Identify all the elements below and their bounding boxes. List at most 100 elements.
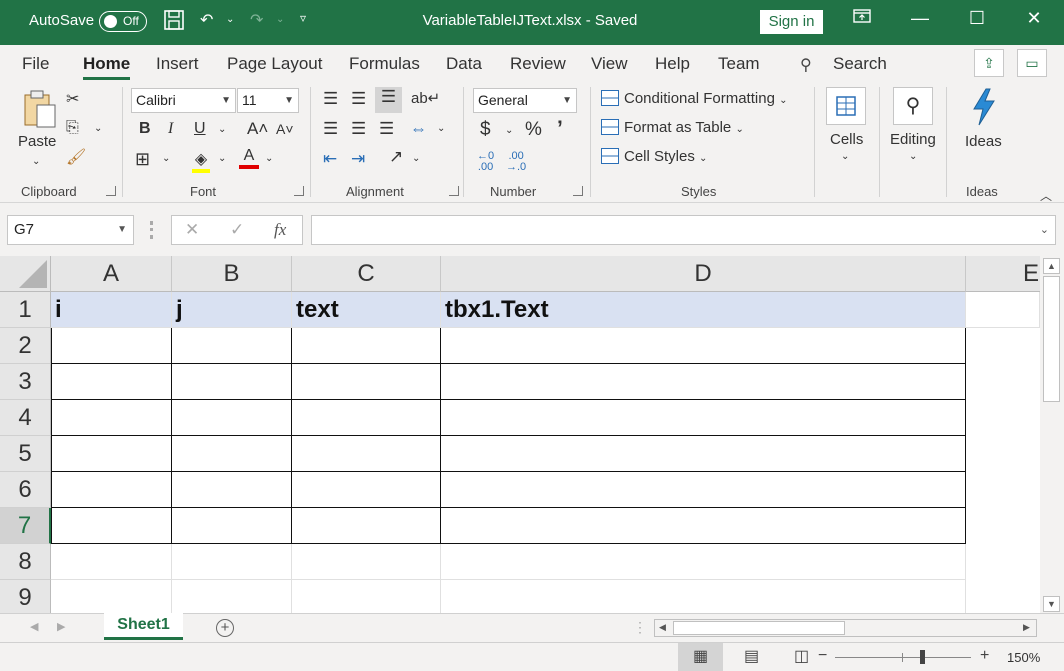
cut-icon[interactable]: ✂ [66,89,79,109]
cell-styles-button[interactable]: Cell Styles ⌄ [601,148,707,165]
tab-file[interactable]: File [22,54,49,74]
tab-view[interactable]: View [591,54,628,74]
font-name-select[interactable]: Calibri ▼ [131,88,236,113]
cell-a1[interactable]: i [51,292,172,328]
undo-icon[interactable]: ↶ [200,10,213,30]
formula-input[interactable]: ⌄ [311,215,1056,245]
table-cell[interactable] [51,580,172,613]
align-right-icon[interactable]: ☰ [379,119,394,139]
cells-button[interactable]: Cells [830,131,863,148]
table-cell[interactable] [51,472,172,508]
column-header-b[interactable]: B [172,256,292,292]
format-painter-icon[interactable]: 🖌 [66,147,86,167]
table-cell[interactable] [441,544,966,580]
merge-center-icon[interactable]: ⇔ [410,119,427,139]
table-cell[interactable] [172,400,292,436]
tab-home[interactable]: Home [83,54,130,74]
table-cell[interactable] [966,292,1040,328]
fill-color-dropdown-icon[interactable]: ⌄ [218,153,226,164]
increase-decimal-icon[interactable]: ←0.00 [477,151,494,173]
tab-formulas[interactable]: Formulas [349,54,420,74]
table-cell[interactable] [292,436,441,472]
paste-icon[interactable] [20,89,58,129]
customize-qat-icon[interactable]: ▿ [300,11,306,25]
add-sheet-icon[interactable]: + [216,619,234,637]
undo-dropdown-icon[interactable]: ⌄ [226,14,234,25]
tab-insert[interactable]: Insert [156,54,199,74]
column-header-d[interactable]: D [441,256,966,292]
table-cell[interactable] [172,472,292,508]
zoom-level[interactable]: 150% [1007,650,1040,665]
sign-in-button[interactable]: Sign in [760,10,823,34]
close-icon[interactable]: ✕ [1022,8,1046,29]
horizontal-scrollbar[interactable]: ◀ ▶ [654,619,1037,637]
column-header-a[interactable]: A [51,256,172,292]
sheet-next-icon[interactable]: ▶ [57,620,65,633]
table-cell[interactable] [172,328,292,364]
maximize-icon[interactable]: ☐ [965,8,989,29]
select-all-button[interactable] [0,256,51,292]
horizontal-scroll-thumb[interactable] [673,621,845,635]
tab-splitter-icon[interactable]: ⋮ [633,619,647,636]
cell-d1[interactable]: tbx1.Text [441,292,966,328]
worksheet-grid[interactable]: A B C D E 1 2 3 4 5 6 7 8 9 i j text tbx… [0,256,1040,613]
alignment-launcher-icon[interactable] [449,186,459,196]
redo-dropdown-icon[interactable]: ⌄ [276,14,284,25]
insert-function-icon[interactable]: fx [274,220,286,240]
editing-button[interactable]: Editing [890,131,936,148]
orientation-dropdown-icon[interactable]: ⌄ [412,153,420,164]
table-cell[interactable] [292,508,441,544]
column-header-c[interactable]: C [292,256,441,292]
table-cell[interactable] [51,508,172,544]
comments-icon[interactable]: ▭ [1017,49,1047,77]
save-icon[interactable] [163,9,185,36]
row-header-4[interactable]: 4 [0,400,51,436]
tab-help[interactable]: Help [655,54,690,74]
paste-button[interactable]: Paste [18,133,56,150]
table-cell[interactable] [441,508,966,544]
table-cell[interactable] [172,508,292,544]
expand-formula-icon[interactable]: ⌄ [1040,223,1049,236]
row-header-1[interactable]: 1 [0,292,51,328]
number-format-select[interactable]: General ▼ [473,88,577,113]
scroll-up-icon[interactable]: ▲ [1043,258,1060,274]
underline-dropdown-icon[interactable]: ⌄ [218,124,226,135]
normal-view-icon[interactable]: ▦ [678,643,723,671]
row-header-5[interactable]: 5 [0,436,51,472]
currency-dropdown-icon[interactable]: ⌄ [505,125,513,136]
table-cell[interactable] [172,580,292,613]
vertical-scrollbar[interactable]: ▲ ▼ [1040,256,1064,613]
conditional-formatting-button[interactable]: Conditional Formatting ⌄ [601,90,787,107]
clipboard-launcher-icon[interactable] [106,186,116,196]
ideas-button[interactable]: Ideas [965,133,1002,150]
copy-dropdown-icon[interactable]: ⌄ [94,123,102,134]
table-cell[interactable] [292,580,441,613]
table-cell[interactable] [441,436,966,472]
underline-button[interactable]: U [194,120,206,138]
table-cell[interactable] [292,328,441,364]
table-cell[interactable] [292,364,441,400]
editing-search-icon[interactable]: ⚲ [893,87,933,125]
editing-dropdown-icon[interactable]: ⌄ [909,151,917,162]
copy-icon[interactable]: ⎘ [66,119,79,137]
row-header-2[interactable]: 2 [0,328,51,364]
increase-indent-icon[interactable]: ⇥ [351,149,365,169]
name-box[interactable]: G7 ▼ [7,215,134,245]
font-color-dropdown-icon[interactable]: ⌄ [265,153,273,164]
borders-icon[interactable]: ⊞ [135,149,150,170]
vertical-scroll-thumb[interactable] [1043,276,1060,402]
row-header-7[interactable]: 7 [0,508,51,544]
font-color-icon[interactable]: A [239,147,259,169]
align-top-icon[interactable]: ☰ [323,89,338,109]
borders-dropdown-icon[interactable]: ⌄ [162,153,170,164]
merge-dropdown-icon[interactable]: ⌄ [437,123,445,134]
tab-page-layout[interactable]: Page Layout [227,54,322,74]
formula-bar-splitter[interactable] [150,221,153,239]
table-cell[interactable] [441,472,966,508]
sheet-tab-sheet1[interactable]: Sheet1 [104,613,183,640]
page-layout-view-icon[interactable]: ▤ [729,643,774,671]
cells-dropdown-icon[interactable]: ⌄ [841,151,849,162]
row-header-6[interactable]: 6 [0,472,51,508]
ideas-lightning-icon[interactable] [966,87,1002,127]
wrap-text-icon[interactable]: ab↵ [411,89,440,107]
